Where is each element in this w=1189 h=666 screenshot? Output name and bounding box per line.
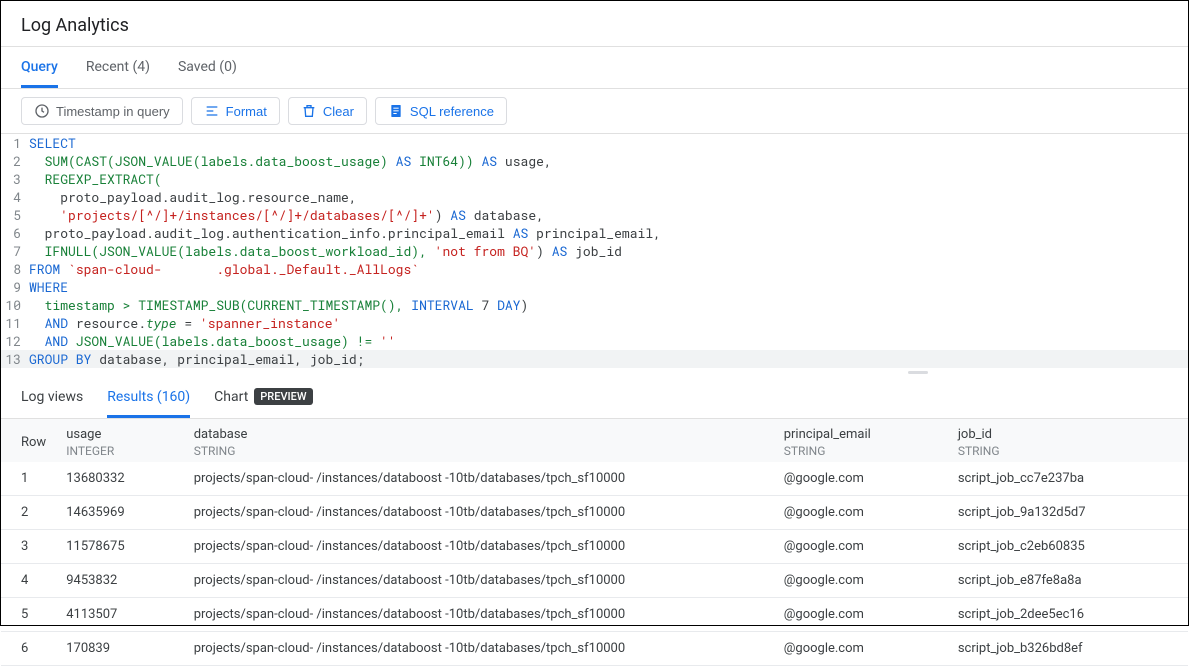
tab-results[interactable]: Results (160) [107, 377, 190, 418]
tab-saved[interactable]: Saved (0) [178, 47, 237, 88]
table-row[interactable]: 6170839projects/span-cloud- /instances/d… [1, 632, 1188, 666]
results-tabs: Log views Results (160) Chart PREVIEW [1, 376, 1188, 419]
table-row[interactable]: 49453832projects/span-cloud- /instances/… [1, 564, 1188, 598]
page-header: Log Analytics [1, 1, 1188, 47]
table-row[interactable]: 311578675projects/span-cloud- /instances… [1, 530, 1188, 564]
document-icon [388, 103, 404, 119]
results-table: Row usageINTEGER databaseSTRING principa… [1, 419, 1188, 666]
table-row[interactable]: 54113507projects/span-cloud- /instances/… [1, 598, 1188, 632]
top-tabs: Query Recent (4) Saved (0) [1, 47, 1188, 89]
tab-chart[interactable]: Chart PREVIEW [214, 376, 312, 418]
col-database: databaseSTRING [184, 419, 774, 462]
sql-editor[interactable]: 1SELECT 2 SUM(CAST(JSON_VALUE(labels.dat… [1, 134, 1188, 368]
tab-log-views[interactable]: Log views [21, 377, 83, 418]
tab-recent[interactable]: Recent (4) [86, 47, 150, 88]
clear-button[interactable]: Clear [288, 97, 367, 125]
tab-query[interactable]: Query [21, 47, 58, 88]
toolbar: Timestamp in query Format Clear SQL refe… [1, 89, 1188, 134]
col-row: Row [1, 419, 56, 462]
resize-handle[interactable] [1, 368, 1188, 376]
clock-icon [34, 103, 50, 119]
col-job: job_idSTRING [948, 419, 1188, 462]
sql-reference-button[interactable]: SQL reference [375, 97, 507, 125]
timestamp-button[interactable]: Timestamp in query [21, 97, 183, 125]
preview-badge: PREVIEW [254, 388, 312, 405]
table-row[interactable]: 113680332projects/span-cloud- /instances… [1, 462, 1188, 496]
format-button[interactable]: Format [191, 97, 280, 125]
col-usage: usageINTEGER [56, 419, 184, 462]
page-title: Log Analytics [21, 15, 1168, 36]
trash-icon [301, 103, 317, 119]
table-row[interactable]: 214635969projects/span-cloud- /instances… [1, 496, 1188, 530]
format-icon [204, 103, 220, 119]
col-principal: principal_emailSTRING [774, 419, 948, 462]
